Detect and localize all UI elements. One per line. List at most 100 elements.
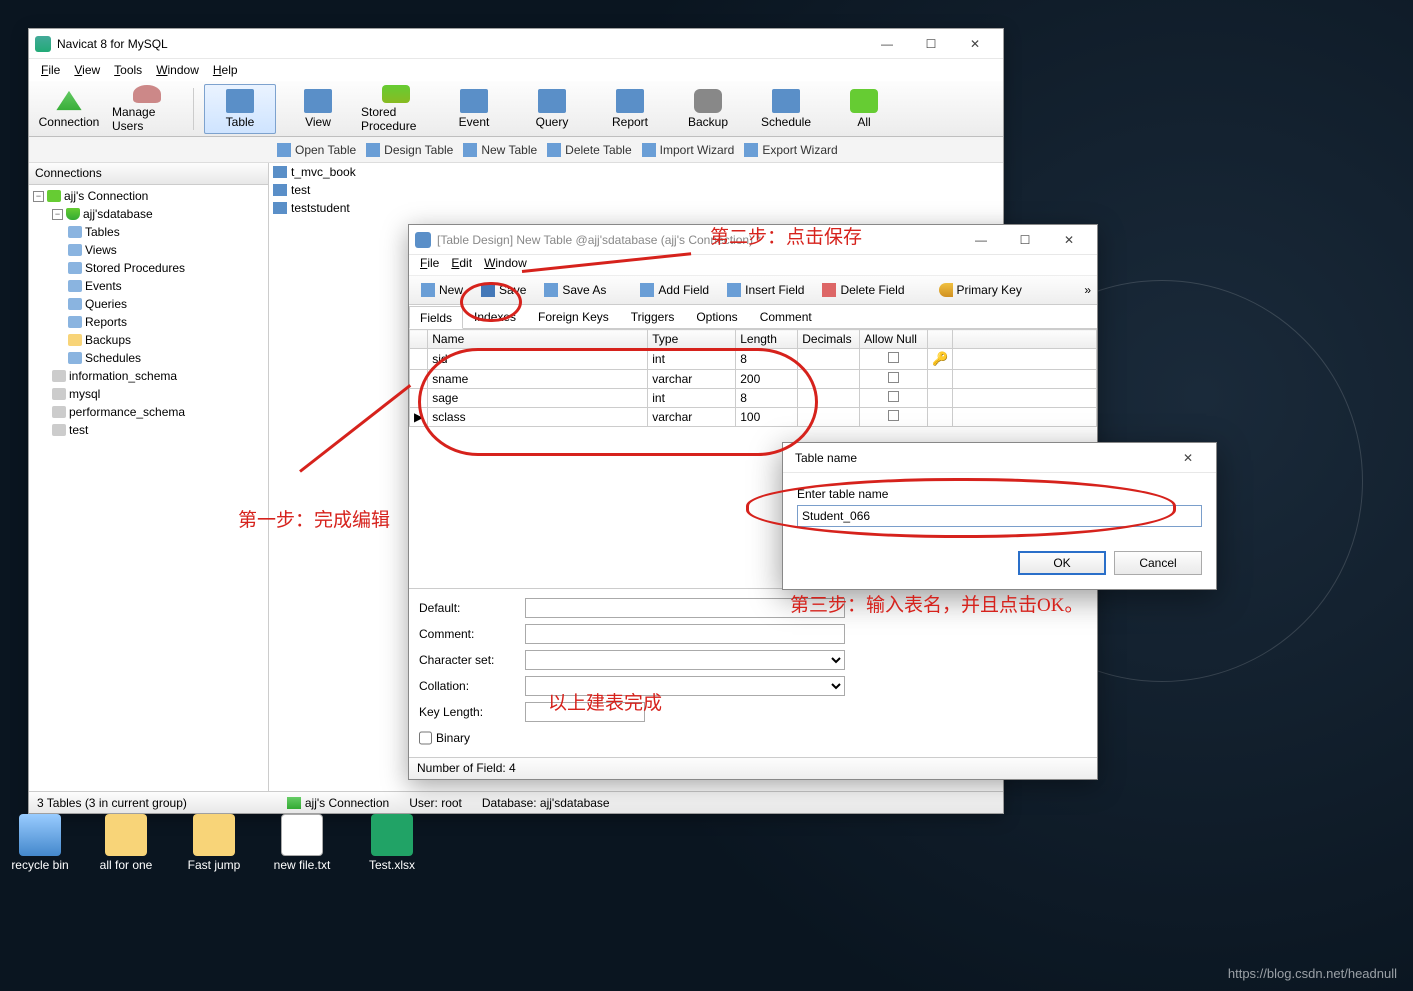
menu-view[interactable]: View xyxy=(68,61,106,79)
allow-null-checkbox[interactable] xyxy=(888,391,899,402)
toolbar-table[interactable]: Table xyxy=(204,84,276,134)
tab-indexes[interactable]: Indexes xyxy=(463,305,527,328)
field-row[interactable]: ▶sclassvarchar100 xyxy=(410,408,1097,427)
tree-database[interactable]: −ajj'sdatabase xyxy=(33,205,264,223)
import-wizard-button[interactable]: Import Wizard xyxy=(642,143,735,157)
toolbar-all[interactable]: All xyxy=(828,84,900,134)
tab-comment[interactable]: Comment xyxy=(749,305,823,328)
design-menu-edit[interactable]: Edit xyxy=(446,255,477,275)
menu-window[interactable]: Window xyxy=(150,61,205,79)
add-field-button[interactable]: Add Field xyxy=(634,281,715,299)
desktop-recycle-bin[interactable]: recycle bin xyxy=(0,814,80,872)
design-save-as-button[interactable]: Save As xyxy=(538,281,612,299)
tree-connection[interactable]: −ajj's Connection xyxy=(33,187,264,205)
tab-foreign-keys[interactable]: Foreign Keys xyxy=(527,305,620,328)
prop-default-input[interactable] xyxy=(525,598,845,618)
backup-icon xyxy=(694,89,722,113)
toolbar-schedule[interactable]: Schedule xyxy=(750,84,822,134)
open-table-icon xyxy=(277,143,291,157)
desktop-all-for-one[interactable]: all for one xyxy=(86,814,166,872)
toolbar-manage-users[interactable]: Manage Users xyxy=(111,84,183,134)
cancel-button[interactable]: Cancel xyxy=(1114,551,1202,575)
col-length[interactable]: Length xyxy=(736,330,798,349)
export-wizard-button[interactable]: Export Wizard xyxy=(744,143,837,157)
toolbar-event[interactable]: Event xyxy=(438,84,510,134)
schedules-icon xyxy=(68,352,82,364)
table-name-input[interactable] xyxy=(797,505,1202,527)
field-row[interactable]: sageint8 xyxy=(410,389,1097,408)
menu-file[interactable]: File xyxy=(35,61,66,79)
insert-field-button[interactable]: Insert Field xyxy=(721,281,810,299)
desktop-fast-jump[interactable]: Fast jump xyxy=(174,814,254,872)
toolbar-overflow-icon[interactable]: » xyxy=(1084,283,1091,297)
tree-tables[interactable]: Tables xyxy=(33,223,264,241)
new-table-button[interactable]: New Table xyxy=(463,143,537,157)
design-table-button[interactable]: Design Table xyxy=(366,143,453,157)
dialog-close-button[interactable]: ✕ xyxy=(1166,444,1210,472)
allow-null-checkbox[interactable] xyxy=(888,352,899,363)
tree-sysdb[interactable]: information_schema xyxy=(33,367,264,385)
prop-comment-input[interactable] xyxy=(525,624,845,644)
close-button[interactable]: ✕ xyxy=(953,30,997,58)
field-row[interactable]: snamevarchar200 xyxy=(410,370,1097,389)
table-item[interactable]: t_mvc_book xyxy=(269,163,1003,181)
tree-views[interactable]: Views xyxy=(33,241,264,259)
toolbar-report[interactable]: Report xyxy=(594,84,666,134)
table-item[interactable]: teststudent xyxy=(269,199,1003,217)
desktop-test-xlsx[interactable]: Test.xlsx xyxy=(352,814,432,872)
design-save-button[interactable]: Save xyxy=(475,281,532,299)
maximize-button[interactable]: ☐ xyxy=(909,30,953,58)
prop-binary-checkbox[interactable] xyxy=(419,728,432,748)
open-table-button[interactable]: Open Table xyxy=(277,143,356,157)
insert-field-icon xyxy=(727,283,741,297)
tree-schedules[interactable]: Schedules xyxy=(33,349,264,367)
design-titlebar: [Table Design] New Table @ajj'sdatabase … xyxy=(409,225,1097,255)
tree-events[interactable]: Events xyxy=(33,277,264,295)
prop-charset-label: Character set: xyxy=(419,653,519,667)
tab-triggers[interactable]: Triggers xyxy=(620,305,686,328)
menu-help[interactable]: Help xyxy=(207,61,244,79)
menu-tools[interactable]: Tools xyxy=(108,61,148,79)
report-icon xyxy=(616,89,644,113)
desktop-new-file[interactable]: new file.txt xyxy=(262,814,342,872)
col-decimals[interactable]: Decimals xyxy=(798,330,860,349)
minimize-button[interactable]: — xyxy=(865,30,909,58)
primary-key-button[interactable]: Primary Key xyxy=(933,281,1028,299)
toolbar-backup[interactable]: Backup xyxy=(672,84,744,134)
field-row[interactable]: sidint8🔑 xyxy=(410,349,1097,370)
col-type[interactable]: Type xyxy=(648,330,736,349)
ok-button[interactable]: OK xyxy=(1018,551,1106,575)
prop-charset-select[interactable] xyxy=(525,650,845,670)
tab-fields[interactable]: Fields xyxy=(409,306,463,329)
prop-collation-select[interactable] xyxy=(525,676,845,696)
delete-table-button[interactable]: Delete Table xyxy=(547,143,632,157)
col-name[interactable]: Name xyxy=(428,330,648,349)
design-maximize-button[interactable]: ☐ xyxy=(1003,226,1047,254)
design-new-button[interactable]: New xyxy=(415,281,469,299)
tab-options[interactable]: Options xyxy=(685,305,748,328)
tree-backups[interactable]: Backups xyxy=(33,331,264,349)
allow-null-checkbox[interactable] xyxy=(888,410,899,421)
toolbar-stored-procedure[interactable]: Stored Procedure xyxy=(360,84,432,134)
delete-field-button[interactable]: Delete Field xyxy=(816,281,910,299)
toolbar-view[interactable]: View xyxy=(282,84,354,134)
field-properties: Default: Comment: Character set: Collati… xyxy=(409,588,1097,757)
tree-sysdb[interactable]: performance_schema xyxy=(33,403,264,421)
toolbar-connection[interactable]: Connection xyxy=(33,84,105,134)
design-menu-file[interactable]: File xyxy=(415,255,444,275)
design-menu-window[interactable]: Window xyxy=(479,255,532,275)
allow-null-checkbox[interactable] xyxy=(888,372,899,383)
tree-sysdb[interactable]: test xyxy=(33,421,264,439)
col-allow-null[interactable]: Allow Null xyxy=(860,330,928,349)
design-minimize-button[interactable]: — xyxy=(959,226,1003,254)
tree-stored-procedures[interactable]: Stored Procedures xyxy=(33,259,264,277)
tree-sysdb[interactable]: mysql xyxy=(33,385,264,403)
main-statusbar: 3 Tables (3 in current group) ajj's Conn… xyxy=(29,791,1003,813)
design-close-button[interactable]: ✕ xyxy=(1047,226,1091,254)
toolbar-query[interactable]: Query xyxy=(516,84,588,134)
tree-queries[interactable]: Queries xyxy=(33,295,264,313)
tree-reports[interactable]: Reports xyxy=(33,313,264,331)
prop-keylen-input[interactable] xyxy=(525,702,645,722)
table-item[interactable]: test xyxy=(269,181,1003,199)
save-as-icon xyxy=(544,283,558,297)
